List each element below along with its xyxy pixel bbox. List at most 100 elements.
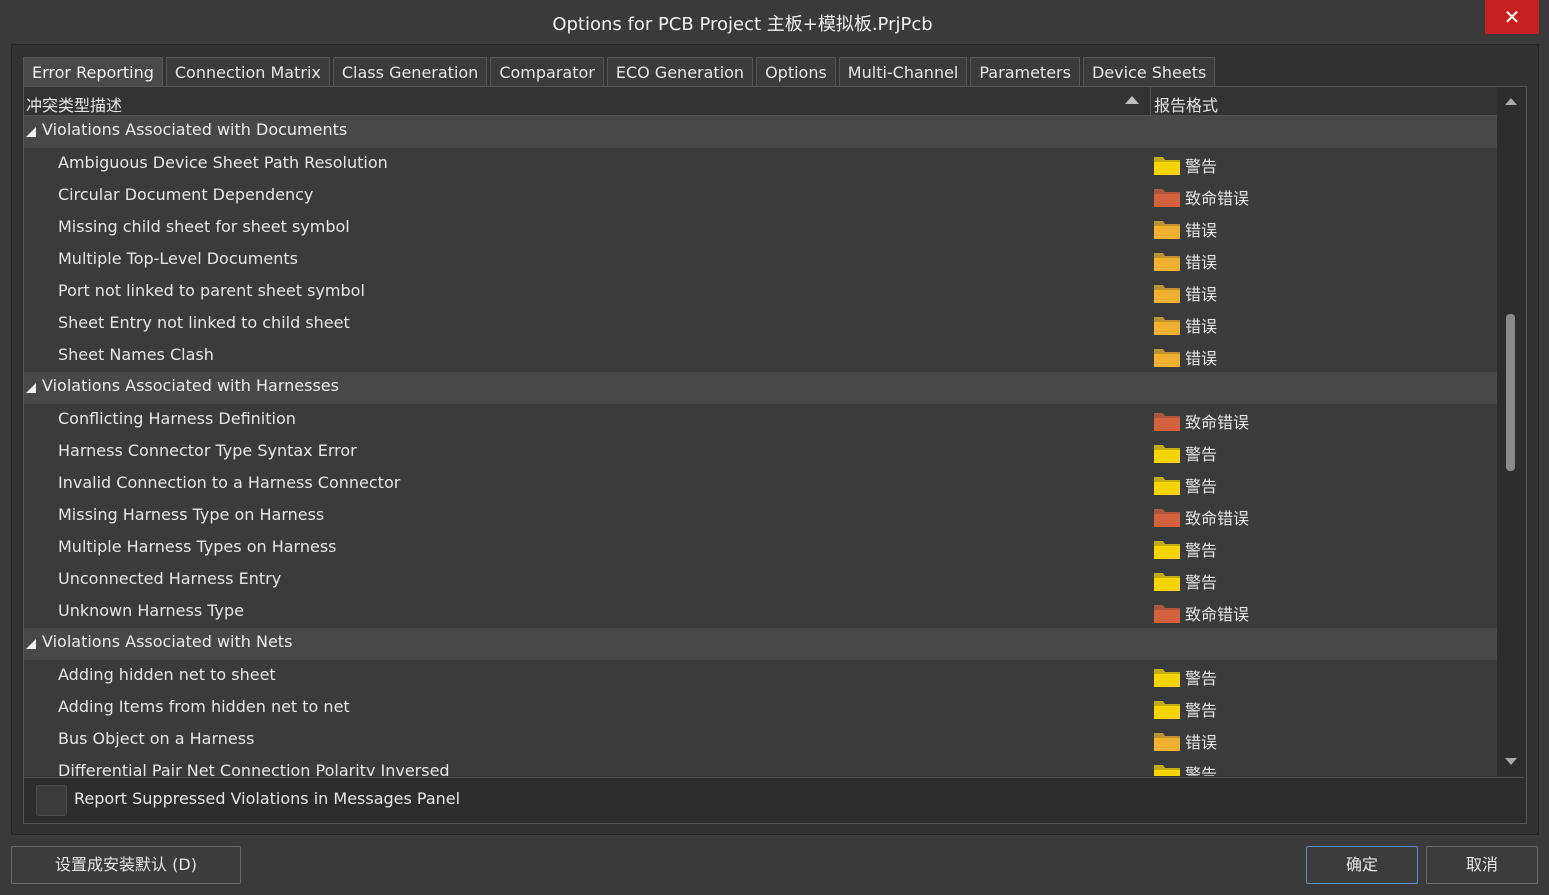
tab-options[interactable]: Options bbox=[756, 57, 836, 87]
violation-row[interactable]: Unknown Harness Type 致命错误 bbox=[24, 596, 1497, 628]
ok-button[interactable]: 确定 bbox=[1306, 846, 1418, 884]
folder-icon bbox=[1154, 765, 1180, 776]
violation-name: Sheet Entry not linked to child sheet bbox=[58, 313, 350, 332]
tab-strip: Error Reporting Connection Matrix Class Ge… bbox=[23, 57, 1218, 87]
folder-icon bbox=[1154, 157, 1180, 175]
tab-device-sheets[interactable]: Device Sheets bbox=[1082, 57, 1216, 87]
group-row[interactable]: Violations Associated with Nets bbox=[24, 628, 1497, 660]
group-label: Violations Associated with Documents bbox=[42, 120, 348, 139]
report-mode-value[interactable]: 警告 bbox=[1185, 697, 1217, 721]
tab-error-reporting[interactable]: Error Reporting bbox=[23, 57, 163, 87]
folder-icon bbox=[1154, 349, 1180, 367]
violation-name: Bus Object on a Harness bbox=[58, 729, 255, 748]
violation-name: Harness Connector Type Syntax Error bbox=[58, 441, 357, 460]
violation-name: Unconnected Harness Entry bbox=[58, 569, 282, 588]
violation-name: Conflicting Harness Definition bbox=[58, 409, 296, 428]
folder-icon bbox=[1154, 733, 1180, 751]
report-mode-value[interactable]: 警告 bbox=[1185, 665, 1217, 689]
violation-row[interactable]: Unconnected Harness Entry 警告 bbox=[24, 564, 1497, 596]
violation-row[interactable]: Adding Items from hidden net to net 警告 bbox=[24, 692, 1497, 724]
folder-icon bbox=[1154, 477, 1180, 495]
violation-name: Ambiguous Device Sheet Path Resolution bbox=[58, 153, 388, 172]
folder-icon bbox=[1154, 509, 1180, 527]
tab-class-generation[interactable]: Class Generation bbox=[332, 57, 488, 87]
folder-icon bbox=[1154, 317, 1180, 335]
report-suppressed-label: Report Suppressed Violations in Messages… bbox=[74, 789, 461, 808]
column-header-description[interactable]: 冲突类型描述 bbox=[26, 92, 122, 116]
violation-row[interactable]: Invalid Connection to a Harness Connecto… bbox=[24, 468, 1497, 500]
violation-name: Multiple Top-Level Documents bbox=[58, 249, 298, 268]
report-mode-value[interactable]: 错误 bbox=[1185, 217, 1217, 241]
tab-eco-generation[interactable]: ECO Generation bbox=[606, 57, 754, 87]
collapse-triangle-icon[interactable] bbox=[26, 639, 36, 649]
report-mode-value[interactable]: 警告 bbox=[1185, 761, 1217, 776]
scroll-up-arrow-icon[interactable] bbox=[1505, 98, 1517, 105]
table-header: 冲突类型描述 报告格式 bbox=[24, 87, 1497, 116]
report-mode-value[interactable]: 致命错误 bbox=[1185, 601, 1249, 625]
violation-row[interactable]: Missing child sheet for sheet symbol 错误 bbox=[24, 212, 1497, 244]
tab-parameters[interactable]: Parameters bbox=[970, 57, 1080, 87]
scroll-down-arrow-icon[interactable] bbox=[1505, 758, 1517, 765]
report-mode-value[interactable]: 警告 bbox=[1185, 569, 1217, 593]
report-mode-value[interactable]: 致命错误 bbox=[1185, 505, 1249, 529]
options-strip: Report Suppressed Violations in Messages… bbox=[24, 777, 1524, 822]
violation-row[interactable]: Harness Connector Type Syntax Error 警告 bbox=[24, 436, 1497, 468]
folder-icon bbox=[1154, 605, 1180, 623]
folder-icon bbox=[1154, 413, 1180, 431]
vertical-scrollbar[interactable] bbox=[1499, 87, 1524, 776]
violation-row[interactable]: Multiple Top-Level Documents 错误 bbox=[24, 244, 1497, 276]
report-mode-value[interactable]: 错误 bbox=[1185, 249, 1217, 273]
violation-list: Violations Associated with Documents Ambi… bbox=[24, 116, 1497, 776]
violation-name: Adding Items from hidden net to net bbox=[58, 697, 350, 716]
report-mode-value[interactable]: 致命错误 bbox=[1185, 409, 1249, 433]
collapse-triangle-icon[interactable] bbox=[26, 127, 36, 137]
report-mode-value[interactable]: 警告 bbox=[1185, 537, 1217, 561]
report-mode-value[interactable]: 致命错误 bbox=[1185, 185, 1249, 209]
report-mode-value[interactable]: 错误 bbox=[1185, 345, 1217, 369]
tab-comparator[interactable]: Comparator bbox=[490, 57, 604, 87]
violation-name: Differential Pair Net Connection Polarit… bbox=[58, 761, 450, 776]
close-button[interactable]: ✕ bbox=[1485, 0, 1539, 34]
cancel-button[interactable]: 取消 bbox=[1426, 846, 1538, 884]
report-mode-value[interactable]: 警告 bbox=[1185, 441, 1217, 465]
report-mode-value[interactable]: 警告 bbox=[1185, 473, 1217, 497]
report-suppressed-checkbox[interactable] bbox=[36, 785, 67, 816]
column-header-report-mode[interactable]: 报告格式 bbox=[1154, 92, 1218, 116]
violation-row[interactable]: Bus Object on a Harness 错误 bbox=[24, 724, 1497, 756]
violation-name: Circular Document Dependency bbox=[58, 185, 314, 204]
folder-icon bbox=[1154, 573, 1180, 591]
report-mode-value[interactable]: 错误 bbox=[1185, 729, 1217, 753]
violation-name: Unknown Harness Type bbox=[58, 601, 244, 620]
report-mode-value[interactable]: 警告 bbox=[1185, 153, 1217, 177]
group-row[interactable]: Violations Associated with Documents bbox=[24, 116, 1497, 148]
violation-row[interactable]: Differential Pair Net Connection Polarit… bbox=[24, 756, 1497, 776]
report-mode-value[interactable]: 错误 bbox=[1185, 281, 1217, 305]
violation-name: Port not linked to parent sheet symbol bbox=[58, 281, 365, 300]
report-mode-value[interactable]: 错误 bbox=[1185, 313, 1217, 337]
violation-row[interactable]: Port not linked to parent sheet symbol 错误 bbox=[24, 276, 1497, 308]
collapse-triangle-icon[interactable] bbox=[26, 383, 36, 393]
folder-icon bbox=[1154, 189, 1180, 207]
group-label: Violations Associated with Harnesses bbox=[42, 376, 339, 395]
sort-ascending-icon bbox=[1125, 96, 1139, 104]
tab-connection-matrix[interactable]: Connection Matrix bbox=[165, 57, 330, 87]
violation-name: Multiple Harness Types on Harness bbox=[58, 537, 337, 556]
group-row[interactable]: Violations Associated with Harnesses bbox=[24, 372, 1497, 404]
column-divider[interactable] bbox=[1150, 87, 1151, 115]
title-bar: Options for PCB Project 主板+模拟板.PrjPcb ✕ bbox=[0, 0, 1549, 42]
violation-row[interactable]: Circular Document Dependency 致命错误 bbox=[24, 180, 1497, 212]
violation-row[interactable]: Sheet Names Clash 错误 bbox=[24, 340, 1497, 372]
folder-icon bbox=[1154, 701, 1180, 719]
folder-icon bbox=[1154, 669, 1180, 687]
folder-icon bbox=[1154, 445, 1180, 463]
violation-row[interactable]: Ambiguous Device Sheet Path Resolution 警告 bbox=[24, 148, 1497, 180]
violation-row[interactable]: Missing Harness Type on Harness 致命错误 bbox=[24, 500, 1497, 532]
violation-row[interactable]: Conflicting Harness Definition 致命错误 bbox=[24, 404, 1497, 436]
scrollbar-thumb[interactable] bbox=[1506, 314, 1515, 471]
violation-row[interactable]: Adding hidden net to sheet 警告 bbox=[24, 660, 1497, 692]
set-installation-defaults-button[interactable]: 设置成安装默认 (D) bbox=[11, 846, 241, 884]
tab-multi-channel[interactable]: Multi-Channel bbox=[838, 57, 968, 87]
violation-name: Adding hidden net to sheet bbox=[58, 665, 276, 684]
violation-row[interactable]: Multiple Harness Types on Harness 警告 bbox=[24, 532, 1497, 564]
violation-row[interactable]: Sheet Entry not linked to child sheet 错误 bbox=[24, 308, 1497, 340]
